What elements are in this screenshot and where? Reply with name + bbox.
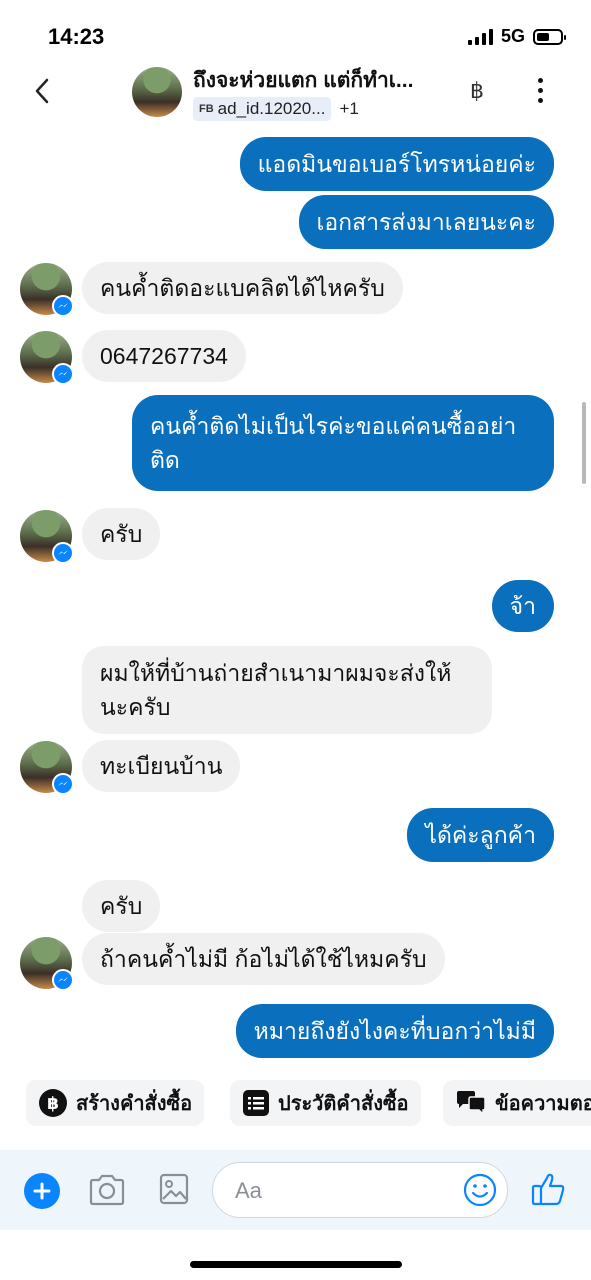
baht-circle-icon: ฿ xyxy=(39,1089,67,1117)
message-bubble-outgoing[interactable]: แอดมินขอเบอร์โทรหน่อยค่ะ xyxy=(239,137,554,191)
message-text-line: นะครับ xyxy=(100,694,171,720)
message-text: ถ้าคนค้ำไม่มี ก้อไม่ได้ใช้ไหมครับ xyxy=(100,946,427,972)
message-text: ทะเบียนบ้าน xyxy=(100,753,223,779)
message-input-placeholder: Aa xyxy=(235,1178,262,1203)
messenger-icon xyxy=(52,773,74,795)
message-bubble-outgoing[interactable]: จ้า xyxy=(491,580,554,632)
create-order-button[interactable]: ฿ สร้างคำสั่งซื้อ xyxy=(26,1080,205,1126)
gallery-button[interactable] xyxy=(158,1172,190,1211)
order-history-label: ประวัติคำสั่งซื้อ xyxy=(278,1093,409,1115)
sender-avatar[interactable] xyxy=(20,510,74,564)
status-indicators: 5G xyxy=(467,26,566,47)
conversation-header: ถึงจะห่วยแตก แต่ก็ทำเ... FB ad_id.12020.… xyxy=(0,60,591,130)
message-bubble-outgoing[interactable]: ได้ค่ะลูกค้า xyxy=(407,808,554,862)
messenger-icon xyxy=(52,295,74,317)
chat-bubbles-icon xyxy=(457,1091,486,1116)
message-text-line: ผมให้ที่บ้านถ่ายสำเนามาผมจะส่งให้ xyxy=(100,660,452,686)
message-text-line: คนค้ำติดไม่เป็นไรค่ะขอแค่คนซื้ออย่า xyxy=(150,413,517,439)
message-bubble-outgoing[interactable]: คนค้ำติดไม่เป็นไรค่ะขอแค่คนซื้ออย่า ติด xyxy=(132,395,554,491)
battery-icon xyxy=(533,28,566,45)
message-bubble-outgoing[interactable]: เอกสารส่งมาเลยนะคะ xyxy=(298,195,554,249)
messenger-icon xyxy=(52,363,74,385)
camera-button[interactable] xyxy=(88,1173,126,1212)
message-text: เอกสารส่งมาเลยนะคะ xyxy=(316,209,537,235)
network-type: 5G xyxy=(500,26,525,46)
chevron-left-icon xyxy=(35,78,49,104)
messenger-icon xyxy=(52,542,74,564)
plus-icon xyxy=(33,1182,51,1200)
saved-replies-button[interactable]: ข้อความตอ xyxy=(443,1080,591,1126)
sender-avatar[interactable] xyxy=(20,263,74,317)
contact-avatar[interactable] xyxy=(132,67,182,117)
ad-id-text: ad_id.12020... xyxy=(217,99,326,118)
message-text-line: ติด xyxy=(150,447,180,473)
message-text: คนค้ำติดอะแบคลิตได้ไหครับ xyxy=(100,275,385,301)
composer-bar: Aa xyxy=(0,1150,591,1230)
extra-labels-count[interactable]: +1 xyxy=(339,99,358,119)
contact-name[interactable]: ถึงจะห่วยแตก แต่ก็ทำเ... xyxy=(193,64,413,97)
sender-avatar[interactable] xyxy=(20,937,74,991)
create-order-label: สร้างคำสั่งซื้อ xyxy=(76,1093,193,1115)
saved-replies-label: ข้อความตอ xyxy=(495,1093,591,1115)
sender-avatar[interactable] xyxy=(20,331,74,385)
message-bubble-incoming[interactable]: ครับ xyxy=(82,880,161,932)
signal-icon xyxy=(467,28,493,45)
message-bubble-incoming[interactable]: ถ้าคนค้ำไม่มี ก้อไม่ได้ใช้ไหมครับ xyxy=(82,933,445,985)
emoji-button[interactable] xyxy=(462,1162,498,1223)
back-button[interactable] xyxy=(28,76,58,106)
message-text: แอดมินขอเบอร์โทรหน่อยค่ะ xyxy=(257,151,536,177)
message-bubble-incoming[interactable]: ทะเบียนบ้าน xyxy=(82,740,241,792)
smiley-icon xyxy=(463,1173,497,1207)
home-indicator xyxy=(190,1261,402,1268)
svg-text:฿: ฿ xyxy=(47,1094,59,1114)
ad-id-chip[interactable]: FB ad_id.12020... xyxy=(193,97,332,121)
message-text: ครับ xyxy=(100,521,143,547)
message-text: ครับ xyxy=(100,893,143,919)
message-text: หมายถึงยังไงคะที่บอกว่าไม่มี xyxy=(253,1018,536,1044)
more-options-button[interactable] xyxy=(538,78,543,103)
message-text: จ้า xyxy=(509,593,536,619)
message-bubble-incoming[interactable]: ครับ xyxy=(82,508,161,560)
camera-icon xyxy=(89,1174,125,1206)
message-text: 0647267734 xyxy=(100,343,228,369)
message-bubble-incoming[interactable]: คนค้ำติดอะแบคลิตได้ไหครับ xyxy=(82,262,403,314)
message-bubble-incoming[interactable]: ผมให้ที่บ้านถ่ายสำเนามาผมจะส่งให้ นะครับ xyxy=(82,646,492,734)
fb-tag: FB xyxy=(199,103,214,115)
add-button[interactable] xyxy=(24,1173,60,1209)
message-bubble-incoming[interactable]: 0647267734 xyxy=(82,330,246,382)
contact-subtitle: FB ad_id.12020... +1 xyxy=(193,97,359,121)
order-history-button[interactable]: ประวัติคำสั่งซื้อ xyxy=(230,1080,421,1126)
status-time: 14:23 xyxy=(48,24,105,49)
thumbs-up-icon xyxy=(531,1173,565,1206)
message-text: ได้ค่ะลูกค้า xyxy=(425,822,536,848)
sender-avatar[interactable] xyxy=(20,741,74,795)
image-icon xyxy=(159,1173,189,1205)
like-button[interactable] xyxy=(530,1170,568,1213)
baht-icon[interactable]: ฿ xyxy=(470,78,484,104)
message-bubble-outgoing[interactable]: หมายถึงยังไงคะที่บอกว่าไม่มี xyxy=(235,1004,554,1058)
scrollbar[interactable] xyxy=(582,402,586,484)
list-icon xyxy=(243,1090,269,1116)
messenger-icon xyxy=(52,969,74,991)
quick-actions-row: ฿ สร้างคำสั่งซื้อ ประวัติคำสั่งซื้อ ข้อค… xyxy=(0,1080,591,1126)
status-bar: 14:23 5G xyxy=(0,0,591,60)
